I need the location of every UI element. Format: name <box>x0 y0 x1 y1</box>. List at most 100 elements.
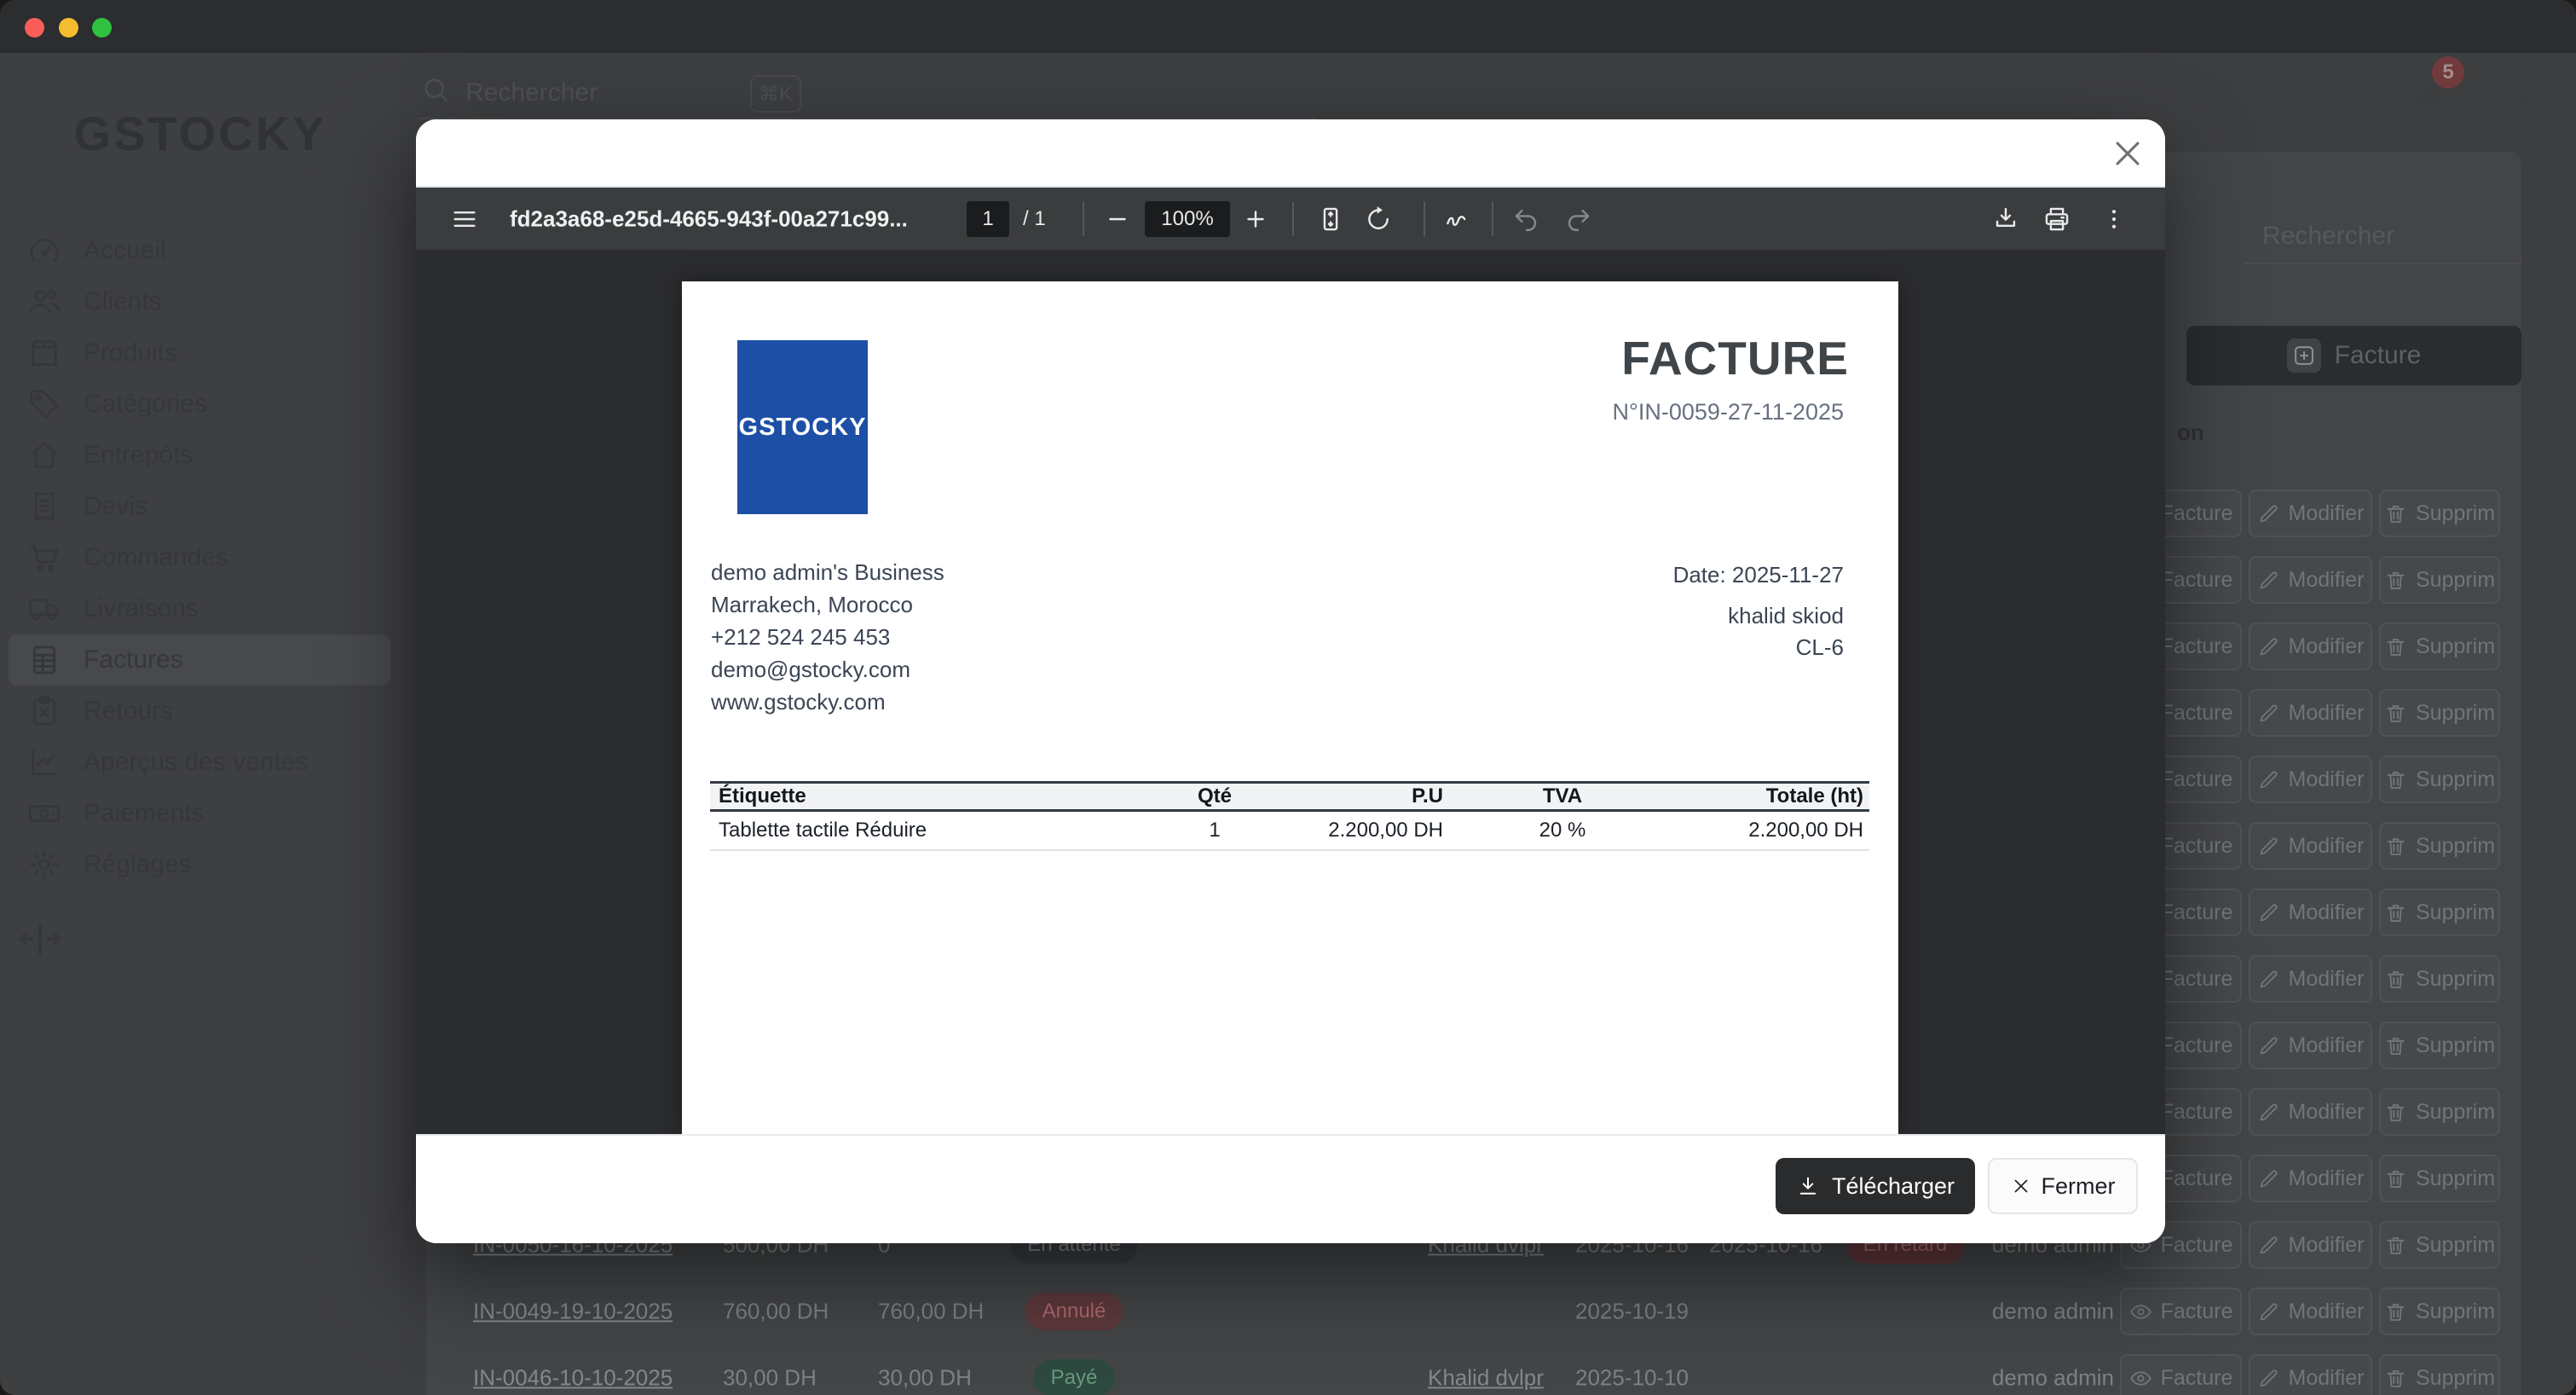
edit-invoice-button[interactable]: Modifier <box>2249 1221 2372 1269</box>
toolbar-divider <box>1424 202 1425 236</box>
pdf-page-count: / 1 <box>1023 207 1046 231</box>
sidebar-item-retours[interactable]: Retours <box>9 686 390 737</box>
help-icon[interactable] <box>2341 81 2377 117</box>
pdf-menu-icon[interactable] <box>450 205 479 234</box>
delete-invoice-button[interactable]: Supprim <box>2379 689 2500 737</box>
edit-invoice-button[interactable]: Modifier <box>2249 489 2372 537</box>
undo-icon[interactable] <box>1512 205 1541 234</box>
zoom-out-icon[interactable] <box>1103 205 1132 234</box>
delete-invoice-button[interactable]: Supprim <box>2379 489 2500 537</box>
sidebar-collapse-button[interactable] <box>17 916 63 962</box>
view-invoice-button-label: Facture <box>2161 900 2233 925</box>
sidebar-item-clients[interactable]: Clients <box>9 276 390 327</box>
pencil-icon <box>2257 502 2280 525</box>
close-button[interactable]: Fermer <box>1988 1158 2138 1214</box>
edit-invoice-button-label: Modifier <box>2289 1100 2365 1125</box>
edit-invoice-button[interactable]: Modifier <box>2249 1155 2372 1202</box>
global-search-input[interactable]: Rechercher <box>465 78 598 107</box>
edit-invoice-button[interactable]: Modifier <box>2249 1288 2372 1335</box>
sidebar-item-entrep-ts[interactable]: Entrepôts <box>9 430 390 481</box>
delete-invoice-button-label: Supprim <box>2416 1299 2495 1324</box>
invoice-item-cell: 20 % <box>1477 819 1648 842</box>
rotate-icon[interactable] <box>1364 205 1393 234</box>
download-button[interactable]: Télécharger <box>1776 1158 1975 1214</box>
delete-invoice-button[interactable]: Supprim <box>2379 955 2500 1003</box>
delete-invoice-button[interactable]: Supprim <box>2379 822 2500 870</box>
delete-invoice-button[interactable]: Supprim <box>2379 1354 2500 1395</box>
sidebar-item-aper-us-des-ventes[interactable]: Aperçus des ventes <box>9 737 390 788</box>
toolbar-divider <box>1292 202 1294 236</box>
app-logo: GSTOCKY <box>0 106 401 161</box>
titlebar <box>0 0 2576 53</box>
sidebar-item-cat-gories[interactable]: Catégories <box>9 379 390 430</box>
view-invoice-button[interactable]: Facture <box>2120 1354 2242 1395</box>
delete-invoice-button[interactable]: Supprim <box>2379 1288 2500 1335</box>
plus-icon <box>2287 339 2321 373</box>
close-window-button[interactable] <box>25 18 44 38</box>
view-invoice-button[interactable]: Facture <box>2120 1288 2242 1335</box>
delete-invoice-button[interactable]: Supprim <box>2379 1155 2500 1202</box>
trash-icon <box>2384 1167 2407 1190</box>
delete-invoice-button-label: Supprim <box>2416 1100 2495 1125</box>
list-search-input[interactable]: Rechercher <box>2262 222 2394 251</box>
pencil-icon <box>2257 968 2280 991</box>
edit-invoice-button[interactable]: Modifier <box>2249 556 2372 604</box>
modal-close-icon[interactable] <box>2109 135 2146 172</box>
download-icon[interactable] <box>1991 205 2020 234</box>
sidebar-item-factures[interactable]: Factures <box>9 634 390 686</box>
edit-invoice-button[interactable]: Modifier <box>2249 622 2372 670</box>
sidebar-item-accueil[interactable]: Accueil <box>9 225 390 276</box>
download-button-label: Télécharger <box>1832 1173 1955 1200</box>
pdf-page-input[interactable]: 1 <box>967 201 1009 237</box>
sidebar-item-paiements[interactable]: Paiements <box>9 788 390 839</box>
annotate-icon[interactable] <box>1442 205 1471 234</box>
delete-invoice-button[interactable]: Supprim <box>2379 1088 2500 1136</box>
edit-invoice-button[interactable]: Modifier <box>2249 822 2372 870</box>
minimize-window-button[interactable] <box>59 18 78 38</box>
sidebar-item-label: Entrepôts <box>84 441 193 470</box>
sidebar-item-devis[interactable]: Devis <box>9 481 390 532</box>
delete-invoice-button[interactable]: Supprim <box>2379 556 2500 604</box>
edit-invoice-button[interactable]: Modifier <box>2249 955 2372 1003</box>
zoom-window-button[interactable] <box>92 18 112 38</box>
search-icon <box>421 75 450 104</box>
pdf-viewer-area: GSTOCKY FACTURE N°IN-0059-27-11-2025 dem… <box>416 250 2165 1134</box>
fit-page-icon[interactable] <box>1316 205 1345 234</box>
delete-invoice-button[interactable]: Supprim <box>2379 1221 2500 1269</box>
invoice-total: 30,00 DH <box>723 1365 817 1392</box>
redo-icon[interactable] <box>1563 205 1592 234</box>
sidebar-item-livraisons[interactable]: Livraisons <box>9 583 390 634</box>
invoice-number-link[interactable]: IN-0046-10-10-2025 <box>473 1365 673 1392</box>
edit-invoice-button[interactable]: Modifier <box>2249 689 2372 737</box>
pencil-icon <box>2257 1167 2280 1190</box>
edit-invoice-button[interactable]: Modifier <box>2249 755 2372 803</box>
print-icon[interactable] <box>2042 205 2071 234</box>
zoom-in-icon[interactable] <box>1241 205 1270 234</box>
sidebar-item-commandes[interactable]: Commandes <box>9 532 390 583</box>
new-invoice-button[interactable]: Facture <box>2186 326 2521 385</box>
pdf-zoom-level[interactable]: 100% <box>1145 201 1230 237</box>
delete-invoice-button[interactable]: Supprim <box>2379 889 2500 936</box>
sidebar-item-r-glages[interactable]: Réglages <box>9 839 390 890</box>
settings-gear-icon[interactable] <box>2475 80 2515 119</box>
edit-invoice-button[interactable]: Modifier <box>2249 1354 2372 1395</box>
sidebar-item-produits[interactable]: Produits <box>9 327 390 379</box>
delete-invoice-button[interactable]: Supprim <box>2379 622 2500 670</box>
delete-invoice-button-label: Supprim <box>2416 967 2495 992</box>
search-shortcut-badge: ⌘K <box>750 75 801 113</box>
edit-invoice-button-label: Modifier <box>2289 568 2365 593</box>
invoice-number: N°IN-0059-27-11-2025 <box>1613 399 1844 425</box>
edit-invoice-button[interactable]: Modifier <box>2249 1022 2372 1069</box>
edit-invoice-button[interactable]: Modifier <box>2249 889 2372 936</box>
invoice-total: 760,00 DH <box>723 1299 829 1325</box>
invoice-paid: 760,00 DH <box>878 1299 984 1325</box>
edit-invoice-button[interactable]: Modifier <box>2249 1088 2372 1136</box>
invoice-number-link[interactable]: IN-0049-19-10-2025 <box>473 1299 673 1325</box>
delete-invoice-button-label: Supprim <box>2416 834 2495 859</box>
view-invoice-button-label: Facture <box>2161 1299 2233 1324</box>
trash-icon <box>2384 968 2407 991</box>
more-options-icon[interactable] <box>2102 207 2126 231</box>
delete-invoice-button[interactable]: Supprim <box>2379 755 2500 803</box>
delete-invoice-button[interactable]: Supprim <box>2379 1022 2500 1069</box>
client-link[interactable]: Khalid dvlpr <box>1428 1365 1544 1392</box>
